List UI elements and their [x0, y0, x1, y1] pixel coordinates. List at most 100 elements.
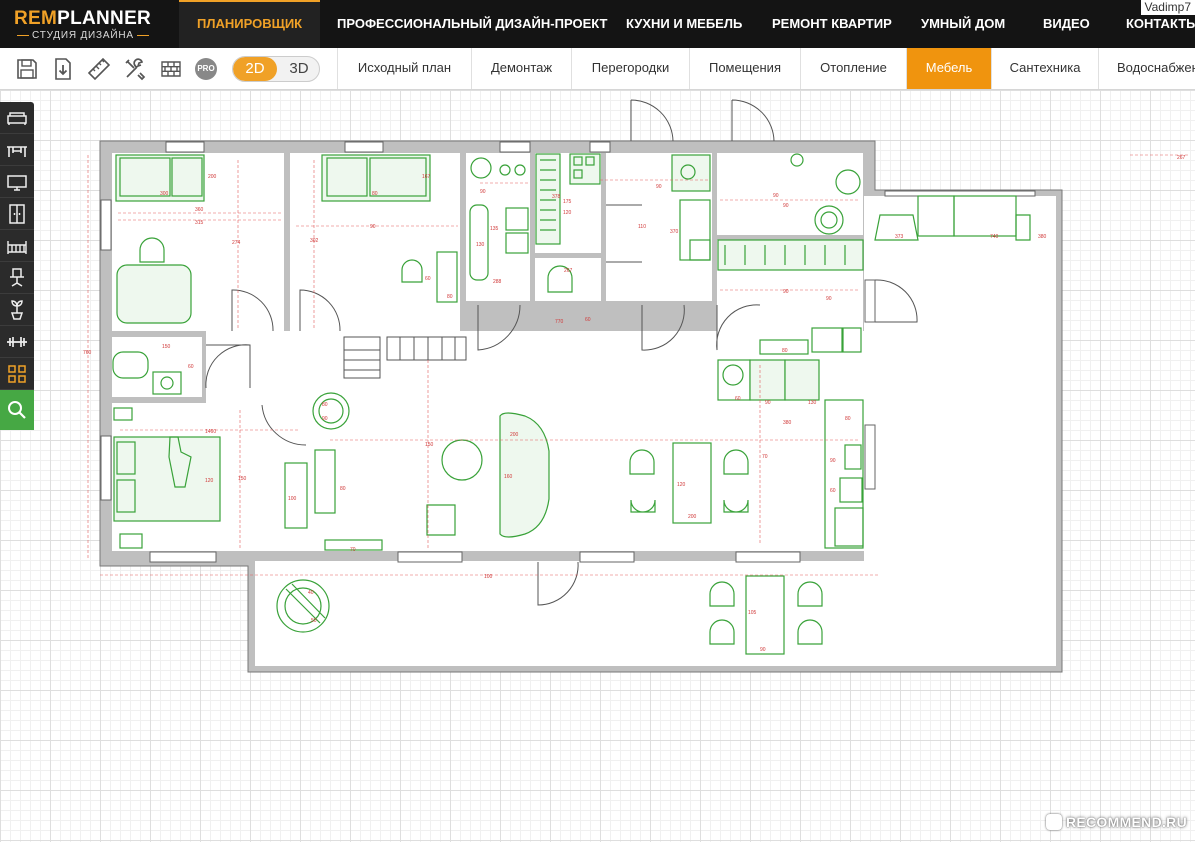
category-all[interactable] [0, 358, 34, 390]
category-sofa[interactable] [0, 102, 34, 134]
dim-label: 315 [195, 220, 204, 226]
view-3d-button[interactable]: 3D [277, 57, 319, 81]
plan-canvas[interactable]: .wall { fill: #bfbfbf; stroke: #777; str… [0, 90, 1195, 842]
dim-label: 90 [370, 224, 376, 230]
username-label: Vadimp7 [1140, 0, 1195, 15]
dim-label: 360 [195, 207, 204, 213]
dim-label: 60 [735, 396, 741, 402]
tab-plumbing[interactable]: Сантехника [991, 48, 1098, 89]
nav-video[interactable]: ВИДЕО [1043, 0, 1090, 48]
tab-partitions[interactable]: Перегородки [571, 48, 689, 89]
dim-label: 300 [160, 191, 169, 197]
dim-label: 110 [638, 224, 646, 230]
dim-label: 135 [490, 226, 499, 232]
category-table[interactable] [0, 134, 34, 166]
dim-label: 80 [845, 416, 851, 422]
dim-label: 167 [422, 174, 431, 180]
dim-label: 105 [748, 610, 757, 616]
dim-label: 150 [425, 442, 434, 448]
dim-label: 80 [782, 348, 788, 354]
tab-rooms[interactable]: Помещения [689, 48, 800, 89]
office-chair-icon [10, 268, 24, 287]
bricks-icon[interactable] [159, 57, 183, 81]
view-2d-button[interactable]: 2D [233, 57, 277, 81]
wardrobe-icon [9, 204, 25, 224]
dim-label: 70 [350, 547, 356, 553]
dim-label: 120 [205, 478, 214, 484]
category-tv[interactable] [0, 166, 34, 198]
watermark: RECOMMEND.RU [1045, 814, 1187, 830]
dim-label: 200 [208, 174, 217, 180]
save-icon[interactable] [15, 57, 39, 81]
dim-label: 50 [311, 618, 317, 624]
furniture-category-panel [0, 102, 34, 430]
category-wardrobe[interactable] [0, 198, 34, 230]
ruler-icon[interactable] [87, 57, 111, 81]
tab-heating[interactable]: Отопление [800, 48, 906, 89]
dim-label: 267 [564, 268, 573, 274]
dim-label: 60 [425, 276, 431, 282]
dim-label: 80 [372, 191, 378, 197]
tools-icon[interactable] [123, 57, 147, 81]
search-icon [8, 401, 26, 419]
tab-furniture[interactable]: Мебель [906, 48, 991, 89]
dim-label: 70 [762, 454, 768, 460]
dim-label: 302 [310, 238, 319, 244]
tab-water-supply[interactable]: Водоснабжение [1098, 48, 1195, 89]
recommend-logo-icon [1045, 814, 1062, 830]
dim-label: 274 [232, 240, 241, 246]
tab-source-plan[interactable]: Исходный план [337, 48, 471, 89]
dim-label: 90 [773, 193, 779, 199]
dim-label: 760 [83, 350, 92, 356]
dim-label: 80 [447, 294, 453, 300]
dim-label: 373 [895, 234, 904, 240]
dim-label: 150 [238, 476, 247, 482]
pro-badge[interactable]: PRO [195, 58, 217, 80]
dim-label: 120 [677, 482, 686, 488]
grid-icon [8, 365, 26, 383]
nav-planner[interactable]: ПЛАНИРОВЩИК [179, 0, 321, 48]
floor-plan[interactable]: .wall { fill: #bfbfbf; stroke: #777; str… [0, 90, 1195, 842]
top-navigation: REMPLANNER СТУДИЯ ДИЗАЙНА ПЛАНИРОВЩИК ПР… [0, 0, 1195, 48]
dumbbell-icon [7, 337, 27, 347]
dim-label: 60 [188, 364, 194, 370]
view-mode-toggle: 2D 3D [232, 56, 320, 82]
dim-label: 740 [990, 234, 999, 240]
dim-label: 1460 [205, 429, 216, 435]
dim-label: 288 [493, 279, 502, 285]
dim-label: 90 [760, 647, 766, 653]
nav-smart-home[interactable]: УМНЫЙ ДОМ [921, 0, 1005, 48]
nav-apartment-repair[interactable]: РЕМОНТ КВАРТИР [772, 0, 892, 48]
watermark-text: RECOMMEND.RU [1065, 814, 1187, 830]
dim-label: 120 [563, 210, 572, 216]
dim-label: 80 [322, 402, 328, 408]
dim-label: 60 [585, 317, 591, 323]
dim-label: 90 [765, 400, 771, 406]
dim-label: 90 [826, 296, 832, 302]
table-icon [7, 146, 27, 157]
crib-icon [7, 241, 27, 254]
dim-label: 200 [510, 432, 519, 438]
nav-design-project[interactable]: ПРОФЕССИОНАЛЬНЫЙ ДИЗАЙН-ПРОЕКТ [337, 0, 607, 48]
dim-label: 130 [476, 242, 485, 248]
tv-icon [7, 175, 27, 191]
dim-label: 175 [563, 199, 572, 205]
dim-label: 380 [783, 420, 792, 426]
nav-kitchens-furniture[interactable]: КУХНИ И МЕБЕЛЬ [626, 0, 742, 48]
dim-label: 100 [288, 496, 297, 502]
remplanner-logo[interactable]: REMPLANNER СТУДИЯ ДИЗАЙНА [14, 9, 152, 42]
category-crib[interactable] [0, 230, 34, 262]
category-plants[interactable] [0, 294, 34, 326]
tab-demolition[interactable]: Демонтаж [471, 48, 571, 89]
category-office-chair[interactable] [0, 262, 34, 294]
search-button[interactable] [0, 390, 34, 430]
plant-icon [10, 300, 24, 320]
sofa-icon [7, 112, 27, 125]
import-icon[interactable] [51, 57, 75, 81]
dim-label: 130 [808, 400, 817, 406]
dim-label: 90 [322, 416, 328, 422]
dim-label: 200 [688, 514, 697, 520]
category-sport[interactable] [0, 326, 34, 358]
dim-label: 378 [552, 194, 561, 200]
dim-label: 380 [1038, 234, 1047, 240]
